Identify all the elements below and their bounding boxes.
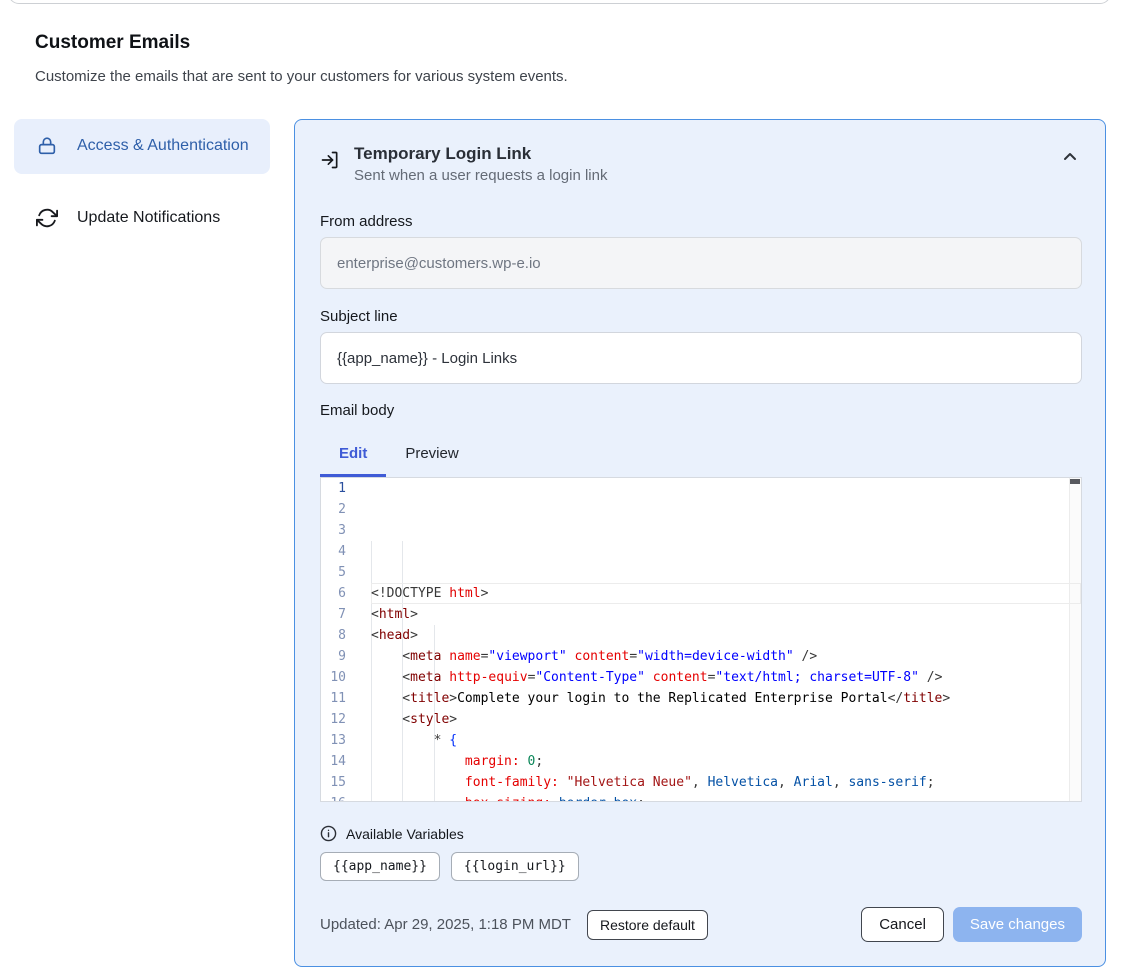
cancel-button[interactable]: Cancel [861,907,944,942]
code-line: <html> [371,604,1081,625]
code-line: <head> [371,625,1081,646]
email-body-tabs: Edit Preview [320,435,1082,477]
lock-icon [36,135,58,157]
panel-subtitle: Sent when a user requests a login link [354,167,607,184]
previous-card-bottom-edge [8,0,1111,4]
updated-timestamp: Updated: Apr 29, 2025, 1:18 PM MDT [320,916,571,933]
code-line: <meta http-equiv="Content-Type" content=… [371,667,1081,688]
editor-gutter: 12345678910111213141516 [321,478,371,801]
page-subtitle: Customize the emails that are sent to yo… [35,68,1093,85]
editor-scrollbar-thumb[interactable] [1070,479,1080,484]
code-line: <title>Complete your login to the Replic… [371,688,1081,709]
from-address-label: From address [320,213,1082,230]
tab-edit[interactable]: Edit [320,435,386,477]
login-icon [320,150,340,175]
variable-chip[interactable]: {{login_url}} [451,852,579,881]
tab-preview[interactable]: Preview [386,435,477,477]
subject-line-input[interactable] [320,332,1082,384]
temporary-login-link-panel: Temporary Login Link Sent when a user re… [294,119,1106,967]
email-types-sidebar: Access & Authentication Update Notificat… [14,119,270,246]
code-line: box-sizing: border-box; [371,793,1081,802]
from-address-input[interactable] [320,237,1082,289]
code-line: <!DOCTYPE html> [371,583,1081,604]
page-header: Customer Emails Customize the emails tha… [0,0,1128,85]
refresh-icon [36,207,58,229]
code-line: <meta name="viewport" content="width=dev… [371,646,1081,667]
restore-default-button[interactable]: Restore default [587,910,708,940]
info-icon [320,825,337,842]
sidebar-item-label: Update Notifications [77,206,220,231]
save-changes-button[interactable]: Save changes [953,907,1082,942]
chevron-up-icon [1062,150,1078,165]
email-body-label: Email body [320,402,1082,419]
collapse-panel-button[interactable] [1058,144,1082,171]
sidebar-item-update-notifications[interactable]: Update Notifications [14,191,270,246]
subject-line-label: Subject line [320,308,1082,325]
available-variables-label: Available Variables [346,826,464,842]
code-line: font-family: "Helvetica Neue", Helvetica… [371,772,1081,793]
code-line: * { [371,730,1081,751]
sidebar-item-label: Access & Authentication [77,134,249,159]
variable-chip[interactable]: {{app_name}} [320,852,440,881]
panel-title: Temporary Login Link [354,144,607,164]
sidebar-item-access-authentication[interactable]: Access & Authentication [14,119,270,174]
code-editor[interactable]: 12345678910111213141516 <!DOCTYPE html><… [320,477,1082,802]
code-line: margin: 0; [371,751,1081,772]
variable-chips: {{app_name}} {{login_url}} [320,852,1082,881]
code-line: <style> [371,709,1081,730]
page-title: Customer Emails [35,32,1093,54]
editor-code[interactable]: <!DOCTYPE html><html><head> <meta name="… [371,478,1081,801]
